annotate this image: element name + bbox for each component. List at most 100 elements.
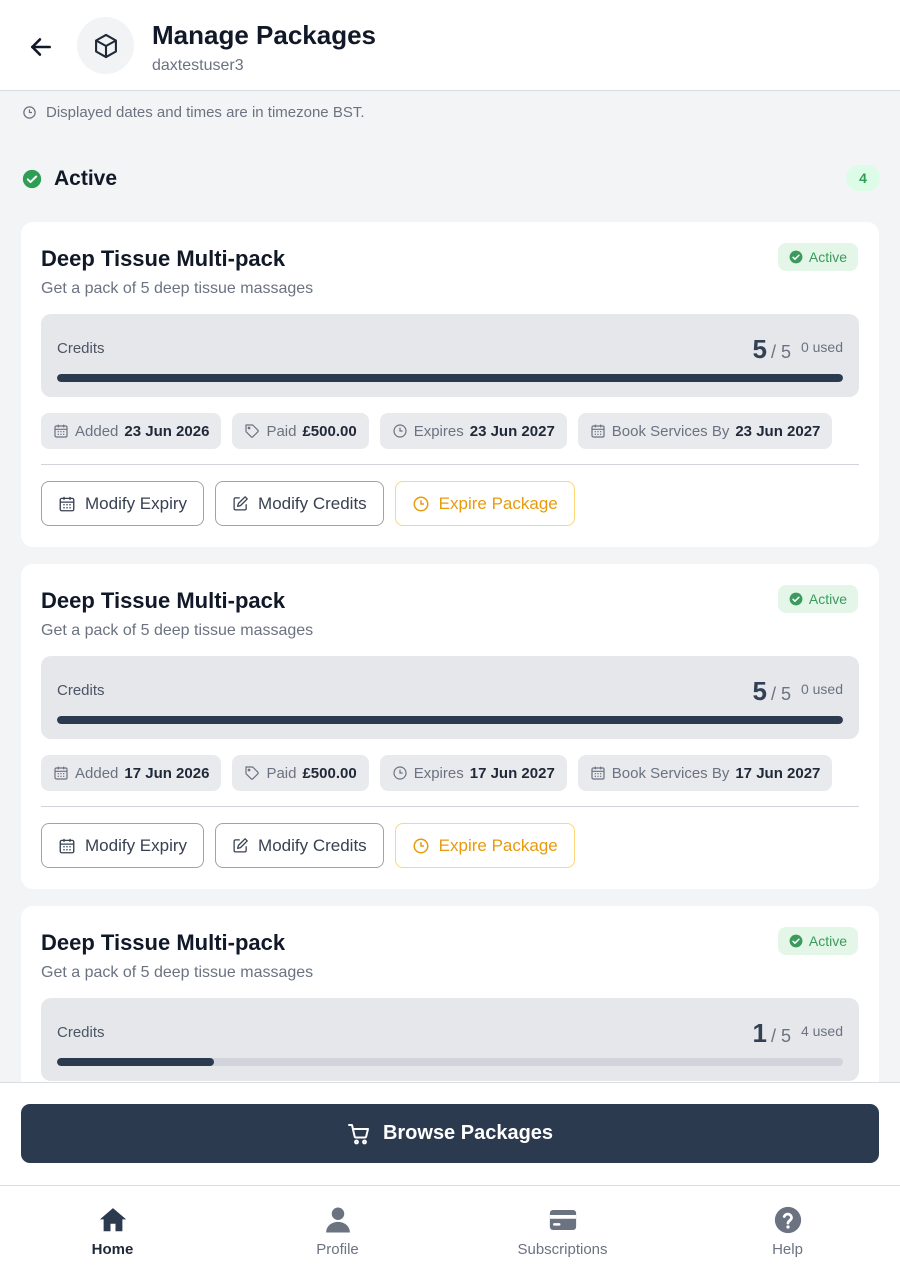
expires-chip: Expires 23 Jun 2027 [379,413,567,449]
paid-value: £500.00 [302,764,357,782]
cart-icon [347,1123,369,1144]
check-circle-icon [789,250,803,264]
browse-packages-label: Browse Packages [382,1122,554,1144]
added-value: 17 Jun 2026 [124,764,210,782]
user-icon [325,1207,350,1233]
box-icon [94,33,117,58]
nav-label: Help [772,1241,803,1258]
expire-package-label: Expire Package [438,835,558,855]
package-card: Deep Tissue Multi-pack Get a pack of 5 d… [21,564,879,889]
credits-used: 4 used [800,1023,843,1039]
expires-label: Expires [413,764,464,782]
card-divider [41,806,859,807]
credits-progress-fill [57,716,843,724]
calendar-icon [591,424,605,438]
package-meta: Added 23 Jun 2026 Paid £500.00 Expires 2… [41,413,859,449]
package-avatar [77,17,134,74]
nav-item-profile[interactable]: Profile [225,1186,450,1286]
book-by-label: Book Services By [611,764,730,782]
expire-package-label: Expire Package [438,493,558,513]
calendar-icon [59,838,75,853]
help-icon [774,1206,801,1234]
book-by-chip: Book Services By 23 Jun 2027 [577,413,833,449]
modify-credits-button[interactable]: Modify Credits [215,823,384,868]
timezone-text: Displayed dates and times are in timezon… [46,104,365,121]
status-badge: Active [777,927,858,955]
nav-label: Home [91,1241,134,1258]
expires-label: Expires [413,422,464,440]
book-by-value: 23 Jun 2027 [735,422,821,440]
timezone-note: Displayed dates and times are in timezon… [22,104,365,121]
credits-total: / 5 [770,342,791,362]
credits-remaining: 1 [752,1018,767,1048]
modify-expiry-button[interactable]: Modify Expiry [41,481,205,526]
tag-icon [245,424,260,438]
expires-value: 23 Jun 2027 [469,422,555,440]
section-header: Active 4 [22,165,880,192]
expire-package-button[interactable]: Expire Package [394,823,575,868]
calendar-icon [591,766,605,780]
package-description: Get a pack of 5 deep tissue massages [41,280,314,297]
credits-remaining: 5 [752,676,767,706]
home-icon [99,1208,126,1232]
card-icon [549,1210,576,1230]
credits-count: 5 / 5 0 used [752,676,843,707]
page-title: Manage Packages [152,20,377,50]
added-chip: Added 23 Jun 2026 [41,413,222,449]
modify-expiry-label: Modify Expiry [85,493,188,513]
check-circle-icon [789,934,803,948]
check-circle-icon [789,592,803,606]
arrow-left-icon [31,38,51,56]
modify-expiry-button[interactable]: Modify Expiry [41,823,205,868]
modify-expiry-label: Modify Expiry [85,835,188,855]
edit-icon [233,838,248,853]
modify-credits-button[interactable]: Modify Credits [215,481,384,526]
section-title: Active [54,167,118,190]
status-label: Active [808,249,847,265]
added-chip: Added 17 Jun 2026 [41,755,222,791]
calendar-icon [54,766,68,780]
back-button[interactable] [22,28,60,66]
modify-credits-label: Modify Credits [258,835,367,855]
credits-panel: Credits 5 / 5 0 used [41,656,859,739]
check-circle-icon [22,169,42,189]
modify-credits-label: Modify Credits [258,493,367,513]
paid-chip: Paid £500.00 [232,755,369,791]
package-title: Deep Tissue Multi-pack [41,588,286,613]
credits-label: Credits [57,682,105,699]
package-meta: Added 17 Jun 2026 Paid £500.00 Expires 1… [41,755,859,791]
count-badge: 4 [846,165,880,191]
package-title: Deep Tissue Multi-pack [41,246,286,271]
book-by-value: 17 Jun 2027 [735,764,821,782]
app-header: Manage Packages daxtestuser3 [0,0,900,91]
credits-progress-track [57,716,843,724]
credits-used: 0 used [800,681,843,697]
calendar-icon [54,424,68,438]
expires-chip: Expires 17 Jun 2027 [379,755,567,791]
nav-item-subscriptions[interactable]: Subscriptions [450,1186,675,1286]
nav-item-help[interactable]: Help [675,1186,900,1286]
credits-total: / 5 [770,684,791,704]
expire-package-button[interactable]: Expire Package [394,481,575,526]
package-card: Deep Tissue Multi-pack Get a pack of 5 d… [21,222,879,547]
status-label: Active [808,591,847,607]
clock-icon [23,106,36,119]
nav-item-home[interactable]: Home [0,1186,225,1286]
book-by-label: Book Services By [611,422,730,440]
status-badge: Active [777,585,858,613]
credits-count: 1 / 5 4 used [752,1018,843,1049]
calendar-icon [59,496,75,511]
clock-icon [413,496,429,511]
paid-label: Paid [266,764,297,782]
browse-packages-button[interactable]: Browse Packages [21,1104,879,1163]
paid-label: Paid [266,422,297,440]
status-label: Active [808,933,847,949]
package-description: Get a pack of 5 deep tissue massages [41,622,314,639]
package-title: Deep Tissue Multi-pack [41,930,286,955]
nav-label: Profile [316,1241,359,1258]
credits-progress-track [57,374,843,382]
expires-value: 17 Jun 2027 [469,764,555,782]
credits-total: / 5 [770,1026,791,1046]
nav-label: Subscriptions [517,1241,608,1258]
added-label: Added [75,764,119,782]
